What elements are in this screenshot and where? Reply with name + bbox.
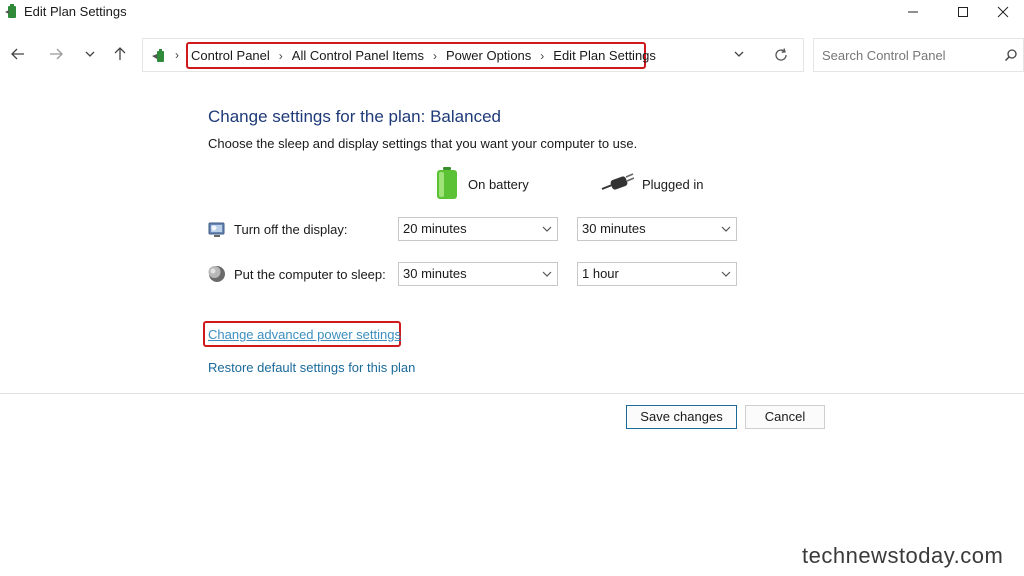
breadcrumb-control-panel[interactable]: Control Panel (191, 48, 270, 63)
on-battery-label: On battery (468, 176, 529, 192)
sleep-plugged-select[interactable]: 1 hour (577, 262, 737, 286)
chevron-right-icon: › (175, 48, 179, 62)
sleep-plugged-value: 1 hour (582, 266, 619, 281)
restore-defaults-link[interactable]: Restore default settings for this plan (208, 360, 415, 375)
power-options-app-icon (4, 3, 20, 20)
title-bar: Edit Plan Settings (0, 0, 1024, 24)
chevron-right-icon[interactable]: › (433, 49, 437, 63)
divider (0, 393, 1024, 394)
refresh-icon[interactable] (773, 47, 789, 66)
display-plugged-select[interactable]: 30 minutes (577, 217, 737, 241)
breadcrumb-power-options[interactable]: Power Options (446, 48, 531, 63)
cancel-button[interactable]: Cancel (745, 405, 825, 429)
save-changes-button[interactable]: Save changes (626, 405, 737, 429)
chevron-right-icon[interactable]: › (279, 49, 283, 63)
sleep-battery-value: 30 minutes (403, 266, 467, 281)
display-plugged-value: 30 minutes (582, 221, 646, 236)
plugged-in-label: Plugged in (642, 176, 704, 192)
chevron-down-icon (721, 263, 731, 293)
sleep-label: Put the computer to sleep: (234, 267, 386, 282)
search-box[interactable]: Search Control Panel (813, 38, 1024, 72)
chevron-right-icon[interactable]: › (540, 49, 544, 63)
breadcrumb: Control Panel › All Control Panel Items … (186, 42, 656, 69)
up-button[interactable] (108, 42, 132, 66)
advanced-power-settings-link[interactable]: Change advanced power settings (208, 327, 401, 342)
back-button[interactable] (6, 42, 30, 66)
control-panel-icon (151, 47, 169, 65)
column-header-battery: On battery (434, 166, 529, 202)
display-battery-select[interactable]: 20 minutes (398, 217, 558, 241)
breadcrumb-all-items[interactable]: All Control Panel Items (292, 48, 424, 63)
display-battery-value: 20 minutes (403, 221, 467, 236)
window-title: Edit Plan Settings (24, 4, 127, 19)
forward-button[interactable] (44, 42, 68, 66)
display-icon (208, 220, 226, 238)
chevron-down-icon (542, 218, 552, 248)
address-dropdown-icon[interactable] (733, 48, 745, 63)
address-bar[interactable]: › Control Panel › All Control Panel Item… (142, 38, 804, 72)
power-plug-icon (600, 172, 635, 196)
sleep-moon-icon (208, 265, 226, 283)
chevron-down-icon (721, 218, 731, 248)
search-icon[interactable] (1004, 48, 1018, 65)
recent-locations-button[interactable] (78, 42, 102, 66)
navigation-bar: › Control Panel › All Control Panel Item… (0, 30, 1024, 78)
watermark: technewstoday.com (802, 543, 1004, 568)
close-button[interactable] (980, 0, 1024, 24)
chevron-down-icon (542, 263, 552, 293)
sleep-battery-select[interactable]: 30 minutes (398, 262, 558, 286)
battery-icon (434, 166, 460, 203)
breadcrumb-edit-plan[interactable]: Edit Plan Settings (553, 48, 656, 63)
minimize-button[interactable] (890, 0, 936, 24)
turn-off-display-label: Turn off the display: (234, 222, 348, 237)
page-description: Choose the sleep and display settings th… (208, 136, 638, 151)
page-title: Change settings for the plan: Balanced (208, 107, 501, 126)
search-input[interactable]: Search Control Panel (822, 48, 946, 63)
column-header-plugged: Plugged in (600, 166, 703, 202)
